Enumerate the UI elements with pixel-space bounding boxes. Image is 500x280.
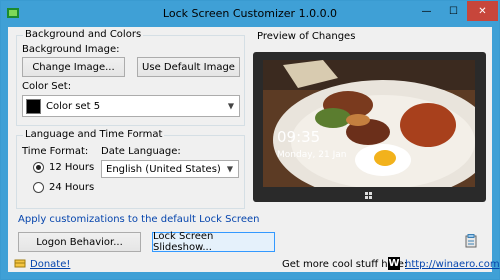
- lock-screen-slideshow-button[interactable]: Lock Screen Slideshow...: [152, 231, 275, 253]
- clipboard-icon[interactable]: [464, 234, 478, 248]
- radio-12-hours[interactable]: [33, 162, 44, 173]
- preview-date: Monday, 21 Jan: [277, 150, 347, 160]
- close-button[interactable]: ✕: [467, 1, 498, 21]
- language-time-legend: Language and Time Format: [23, 129, 165, 140]
- background-colors-legend: Background and Colors: [23, 29, 144, 40]
- chevron-down-icon: ▼: [226, 164, 233, 174]
- option-12-hours-label: 12 Hours: [49, 162, 95, 173]
- preview-time: 09:35: [277, 128, 321, 146]
- maximize-button[interactable]: ☐: [440, 1, 467, 21]
- date-language-label: Date Language:: [101, 146, 181, 157]
- winaero-link[interactable]: http://winaero.com: [405, 259, 500, 270]
- color-set-dropdown[interactable]: Color set 5 ▼: [22, 95, 240, 117]
- color-swatch: [26, 98, 41, 114]
- chevron-down-icon: ▼: [227, 101, 234, 111]
- food-photo: [263, 60, 475, 187]
- minimize-button[interactable]: —: [413, 1, 440, 21]
- background-colors-group: Background and Colors Background Image: …: [16, 29, 245, 126]
- radio-24-hours[interactable]: [33, 182, 44, 193]
- language-time-group: Language and Time Format Time Format: 12…: [16, 129, 245, 209]
- lock-screen-preview: 09:35 Monday, 21 Jan: [263, 60, 475, 187]
- app-window: Lock Screen Customizer 1.0.0.0 — ☐ ✕ Bac…: [0, 0, 500, 280]
- date-language-value: English (United States): [106, 163, 221, 175]
- donate-link[interactable]: Donate!: [30, 259, 70, 270]
- preview-legend: Preview of Changes: [257, 31, 356, 42]
- windows-logo-icon: [365, 192, 372, 199]
- donate-icon: [14, 259, 26, 268]
- main-panel: Background and Colors Background Image: …: [8, 27, 500, 272]
- option-24-hours-label: 24 Hours: [49, 182, 95, 193]
- color-set-label: Color Set:: [22, 81, 72, 92]
- time-format-label: Time Format:: [22, 146, 89, 157]
- tablet-preview: 09:35 Monday, 21 Jan: [253, 52, 486, 202]
- date-language-dropdown[interactable]: English (United States) ▼: [101, 160, 239, 178]
- background-image-label: Background Image:: [22, 44, 120, 55]
- apply-customizations-link[interactable]: Apply customizations to the default Lock…: [18, 214, 259, 225]
- radio-selected-dot: [36, 165, 41, 170]
- winaero-logo-icon: W: [388, 257, 400, 270]
- logon-behavior-button[interactable]: Logon Behavior...: [18, 232, 141, 252]
- color-set-value: Color set 5: [46, 100, 101, 112]
- title-bar[interactable]: Lock Screen Customizer 1.0.0.0 — ☐ ✕: [1, 1, 499, 27]
- change-image-button[interactable]: Change Image...: [22, 57, 125, 77]
- use-default-image-button[interactable]: Use Default Image: [137, 57, 240, 77]
